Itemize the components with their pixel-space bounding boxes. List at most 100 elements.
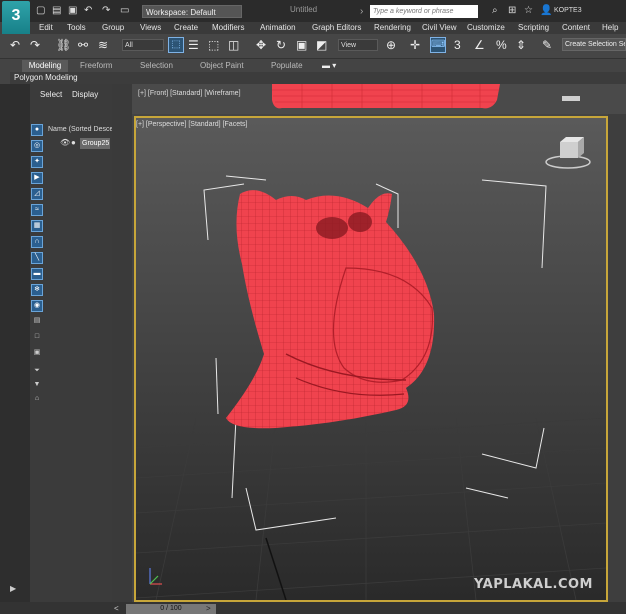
display-all-icon[interactable]: ▤ xyxy=(31,316,43,328)
menu-scripting[interactable]: Scripting xyxy=(518,22,549,34)
perspective-viewport[interactable] xyxy=(134,116,608,602)
user-icon[interactable]: 👤 xyxy=(540,5,552,16)
display-shapes-icon[interactable]: ◎ xyxy=(31,140,43,152)
create-selection-set-dropdown[interactable]: Create Selection Se xyxy=(562,38,626,51)
redo-icon[interactable]: ↷ xyxy=(30,38,40,52)
snaps-toggle-icon[interactable]: 3 xyxy=(454,38,461,52)
display-containers-icon[interactable]: ▬ xyxy=(31,268,43,280)
left-command-strip xyxy=(0,84,30,614)
tree-row[interactable]: 👁 ● Group25 xyxy=(58,138,110,149)
chevron-right-icon: › xyxy=(360,6,364,17)
timeline-prev-icon[interactable]: < xyxy=(114,604,119,613)
display-none-icon[interactable]: □ xyxy=(31,332,43,344)
front-viewport[interactable] xyxy=(132,84,626,114)
tab-object-paint[interactable]: Object Paint xyxy=(200,60,244,72)
polygon-modeling-label[interactable]: Polygon Modeling xyxy=(14,73,78,82)
front-viewport-label[interactable]: [+] [Front] [Standard] [Wireframe] xyxy=(138,90,241,97)
app-logo[interactable]: 3 xyxy=(2,1,30,37)
subscription-icon[interactable]: ⊞ xyxy=(508,5,516,16)
ribbon-panel xyxy=(10,72,626,84)
invert-display-icon[interactable]: ▣ xyxy=(31,348,43,360)
favorites-star-icon[interactable]: ☆ xyxy=(524,5,533,16)
project-folder-icon[interactable]: ▭ xyxy=(120,5,129,16)
placement-icon[interactable]: ◩ xyxy=(316,38,327,52)
viewcube[interactable] xyxy=(545,137,591,169)
select-manipulate-icon[interactable]: ✛ xyxy=(410,38,420,52)
link-icon[interactable]: ⛓ xyxy=(56,38,71,52)
menu-edit[interactable]: Edit xyxy=(39,22,53,34)
edit-named-selection-icon[interactable]: ✎ xyxy=(542,38,552,52)
ribbon-tabs: Modeling Freeform Selection Object Paint… xyxy=(10,60,626,72)
use-pivot-icon[interactable]: ⊕ xyxy=(386,38,396,52)
display-bones-icon[interactable]: ╲ xyxy=(31,252,43,264)
search-input[interactable]: Type a keyword or phrase xyxy=(370,5,478,18)
rotate-icon[interactable]: ↻ xyxy=(276,38,286,52)
workspace-dropdown[interactable]: Workspace: Default xyxy=(142,5,242,18)
redo-quick-icon[interactable]: ↷ xyxy=(102,5,110,16)
spinner-snap-icon[interactable]: ⇕ xyxy=(516,38,526,52)
menu-civil-view[interactable]: Civil View xyxy=(422,22,457,34)
display-spacewarps-icon[interactable]: ≈ xyxy=(31,204,43,216)
search-icon[interactable]: ⌕ xyxy=(492,5,498,16)
rectangular-selection-icon[interactable]: ⬚ xyxy=(208,38,219,52)
tab-display[interactable]: Display xyxy=(72,90,98,99)
tab-freeform[interactable]: Freeform xyxy=(80,60,112,72)
username[interactable]: KOPTE3 xyxy=(554,7,582,14)
menu-graph-editors[interactable]: Graph Editors xyxy=(312,22,361,34)
display-hidden-icon[interactable]: ◉ xyxy=(31,300,43,312)
tab-populate[interactable]: Populate xyxy=(271,60,303,72)
display-frozen-icon[interactable]: ❄ xyxy=(31,284,43,296)
undo-icon[interactable]: ↶ xyxy=(10,38,20,52)
select-object-icon[interactable]: ⬚ xyxy=(168,37,184,53)
menu-animation[interactable]: Animation xyxy=(260,22,296,34)
tab-select[interactable]: Select xyxy=(40,90,62,99)
reference-coordinate-dropdown[interactable]: View xyxy=(338,39,378,51)
filter-funnel-icon[interactable]: ⏷ xyxy=(31,366,43,378)
move-icon[interactable]: ✥ xyxy=(256,38,266,52)
timeline-next-icon[interactable]: > xyxy=(206,604,211,613)
name-column-header[interactable]: Name (Sorted Desce xyxy=(48,126,113,133)
bind-space-warp-icon[interactable]: ≋ xyxy=(98,38,108,52)
layer-explorer-icon[interactable]: ⌂ xyxy=(31,394,43,406)
display-lights-icon[interactable]: ✦ xyxy=(31,156,43,168)
tab-selection[interactable]: Selection xyxy=(140,60,173,72)
select-by-name-icon[interactable]: ☰ xyxy=(188,38,199,52)
menu-views[interactable]: Views xyxy=(140,22,161,34)
keyboard-shortcut-toggle-icon[interactable]: ⌨ xyxy=(430,37,446,53)
display-xrefs-icon[interactable]: ∩ xyxy=(31,236,43,248)
mesh-object[interactable] xyxy=(226,190,435,429)
time-slider[interactable]: 0 / 100 xyxy=(126,604,216,614)
display-geometry-icon[interactable]: ● xyxy=(31,124,43,136)
window-crossing-icon[interactable]: ◫ xyxy=(228,38,239,52)
scale-icon[interactable]: ▣ xyxy=(296,38,307,52)
menu-help[interactable]: Help xyxy=(602,22,618,34)
menu-group[interactable]: Group xyxy=(102,22,124,34)
angle-snap-icon[interactable]: ∠ xyxy=(474,38,485,52)
play-arrow-icon[interactable]: ▶ xyxy=(10,584,16,593)
new-file-icon[interactable]: ▢ xyxy=(36,5,45,16)
unlink-icon[interactable]: ⚯ xyxy=(78,38,88,52)
undo-quick-icon[interactable]: ↶ xyxy=(84,5,92,16)
tree-item-label[interactable]: Group25 xyxy=(80,138,110,149)
menu-rendering[interactable]: Rendering xyxy=(374,22,411,34)
tab-modeling[interactable]: Modeling xyxy=(22,60,68,72)
document-title: Untitled xyxy=(290,5,318,14)
display-cameras-icon[interactable]: ▶ xyxy=(31,172,43,184)
ground-grid xyxy=(136,417,606,600)
selection-filter-dropdown[interactable]: All xyxy=(122,39,164,51)
percent-snap-icon[interactable]: % xyxy=(496,38,507,52)
menu-create[interactable]: Create xyxy=(174,22,198,34)
display-helpers-icon[interactable]: ◿ xyxy=(31,188,43,200)
display-groups-icon[interactable]: ▦ xyxy=(31,220,43,232)
visibility-eye-icon[interactable]: 👁 xyxy=(60,138,70,147)
open-file-icon[interactable]: ▤ xyxy=(52,5,61,16)
ribbon-options-icon[interactable]: ▬ ▾ xyxy=(322,60,336,72)
save-file-icon[interactable]: ▣ xyxy=(68,5,77,16)
menu-content[interactable]: Content xyxy=(562,22,590,34)
menu-tools[interactable]: Tools xyxy=(67,22,86,34)
perspective-viewport-label[interactable]: [+] [Perspective] [Standard] [Facets] xyxy=(136,121,247,128)
menu-customize[interactable]: Customize xyxy=(467,22,505,34)
menu-modifiers[interactable]: Modifiers xyxy=(212,22,244,34)
filter-icon[interactable]: ▼ xyxy=(31,380,43,392)
freeze-dot-icon[interactable]: ● xyxy=(71,138,76,147)
